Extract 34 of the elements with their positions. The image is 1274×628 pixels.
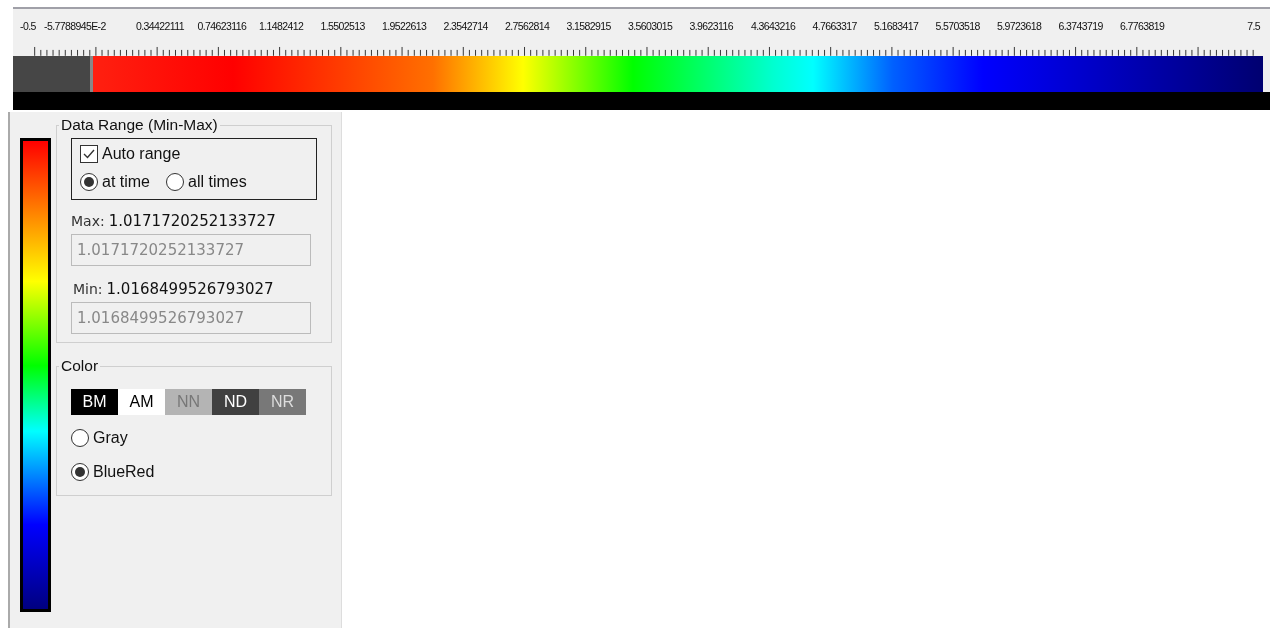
value-label: Max:: [71, 213, 105, 229]
scale-label: 5.5703518: [935, 19, 981, 32]
value-text: 1.0168499526793027: [106, 280, 274, 298]
scale-label: 3.9623116: [689, 19, 734, 32]
scale-label: 3.5603015: [628, 19, 674, 32]
scheme-radio[interactable]: Gray: [71, 429, 317, 447]
scale-label: 1.5502513: [320, 19, 366, 32]
scale-label: -5.7788945E-2: [44, 19, 107, 32]
scale-label: 5.1683417: [874, 19, 920, 32]
scale-label: 3.1582915: [566, 19, 612, 32]
color-swatch[interactable]: AM: [118, 389, 165, 415]
scale-label: 6.3743719: [1058, 19, 1104, 32]
mode-radio[interactable]: all times: [166, 173, 247, 191]
scale-label: 4.3643216: [751, 19, 797, 32]
scale-label: 0.34422111: [136, 19, 185, 32]
scale-label: -0.5: [20, 19, 37, 32]
value-label: Min:: [73, 281, 103, 297]
color-swatch[interactable]: BM: [71, 389, 118, 415]
scale-label: 7.5: [1247, 19, 1260, 32]
color-swatch[interactable]: ND: [212, 389, 259, 415]
scale-label: 4.7663317: [812, 19, 858, 32]
scale-label: 6.7763819: [1120, 19, 1166, 32]
mode-radio[interactable]: at time: [80, 173, 150, 191]
scheme-radio[interactable]: BlueRed: [71, 463, 317, 481]
scale-label: 0.74623116: [197, 19, 248, 32]
scale-label: 2.3542714: [443, 19, 489, 32]
scale-label: 2.7562814: [505, 19, 551, 32]
group-title: Data Range (Min-Max): [60, 116, 219, 134]
group-title: Color: [60, 357, 100, 375]
value-text: 1.0171720252133727: [108, 212, 276, 230]
scale-label: 5.9723618: [997, 19, 1043, 32]
auto-range-checkbox[interactable]: Auto range: [80, 145, 308, 163]
scale-label: 1.9522613: [382, 19, 428, 32]
scale-label: 1.1482412: [259, 19, 305, 32]
